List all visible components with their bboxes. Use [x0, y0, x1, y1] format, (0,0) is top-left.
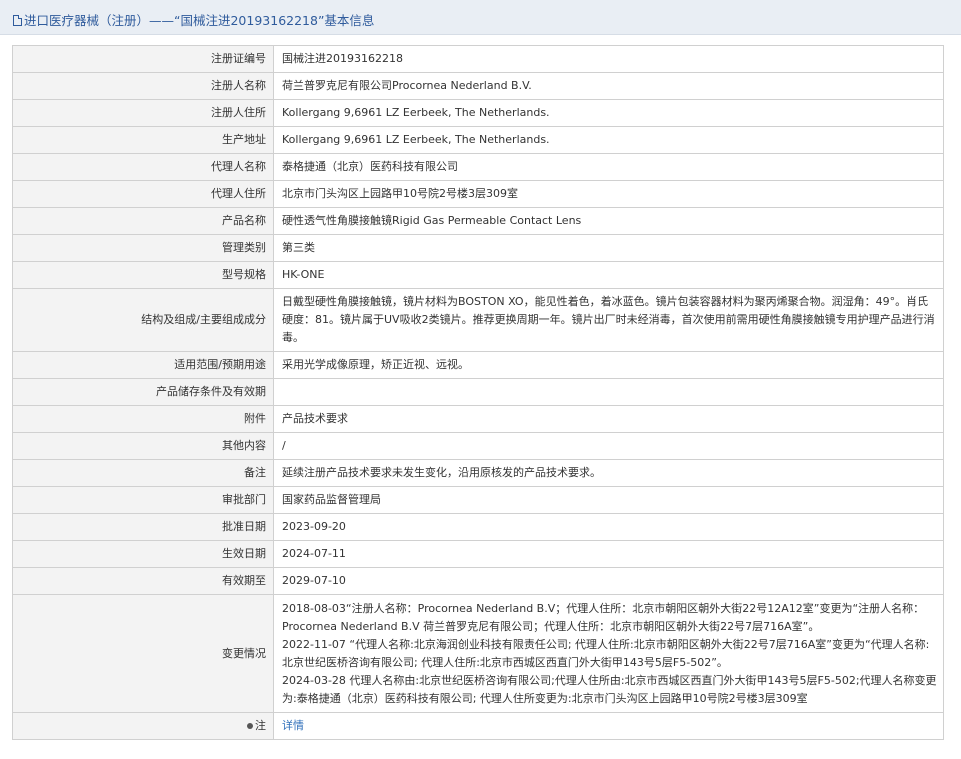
change-entry: 2024-03-28 代理人名称由:北京世纪医桥咨询有限公司;代理人住所由:北京…	[282, 673, 937, 705]
row-label: 注册人名称	[12, 72, 274, 100]
note-label-cell: 注	[12, 712, 274, 740]
document-icon	[13, 15, 22, 26]
table-row: 生效日期 2024-07-11	[12, 540, 944, 568]
table-row: 批准日期 2023-09-20	[12, 513, 944, 541]
table-row: 注册证编号 国械注进20193162218	[12, 45, 944, 73]
table-row: 备注 延续注册产品技术要求未发生变化，沿用原核发的产品技术要求。	[12, 459, 944, 487]
row-label: 生效日期	[12, 540, 274, 568]
table-row-note: 注 详情	[12, 712, 944, 740]
row-value: 硬性透气性角膜接触镜Rigid Gas Permeable Contact Le…	[273, 207, 944, 235]
row-label: 产品名称	[12, 207, 274, 235]
row-label: 代理人住所	[12, 180, 274, 208]
change-entry: 2022-11-07 “代理人名称:北京海润创业科技有限责任公司; 代理人住所:…	[282, 637, 930, 669]
table-row: 结构及组成/主要组成成分 日戴型硬性角膜接触镜，镜片材料为BOSTON XO，能见…	[12, 288, 944, 352]
row-label: 备注	[12, 459, 274, 487]
table-row: 产品名称 硬性透气性角膜接触镜Rigid Gas Permeable Contac…	[12, 207, 944, 235]
row-label: 注册人住所	[12, 99, 274, 127]
row-label: 适用范围/预期用途	[12, 351, 274, 379]
row-value: 荷兰普罗克尼有限公司Procornea Nederland B.V.	[273, 72, 944, 100]
note-value: 详情	[273, 712, 944, 740]
table-row: 生产地址 Kollergang 9,6961 LZ Eerbeek, The Ne…	[12, 126, 944, 154]
changes-value: 2018-08-03“注册人名称：Procornea Nederland B.V…	[273, 594, 944, 713]
detail-table: 注册证编号 国械注进20193162218 注册人名称 荷兰普罗克尼有限公司Proc…	[12, 45, 944, 740]
row-value: 国家药品监督管理局	[273, 486, 944, 514]
table-row: 其他内容 /	[12, 432, 944, 460]
row-value	[273, 378, 944, 406]
table-row: 型号规格 HK-ONE	[12, 261, 944, 289]
row-label: 代理人名称	[12, 153, 274, 181]
row-label: 有效期至	[12, 567, 274, 595]
row-label: 结构及组成/主要组成成分	[12, 288, 274, 352]
note-label: 注	[255, 719, 266, 732]
table-row: 代理人名称 泰格捷通（北京）医药科技有限公司	[12, 153, 944, 181]
row-value: 产品技术要求	[273, 405, 944, 433]
table-row: 管理类别 第三类	[12, 234, 944, 262]
row-value: 采用光学成像原理，矫正近视、远视。	[273, 351, 944, 379]
row-label: 附件	[12, 405, 274, 433]
row-value: 泰格捷通（北京）医药科技有限公司	[273, 153, 944, 181]
table-row: 有效期至 2029-07-10	[12, 567, 944, 595]
table-row: 附件 产品技术要求	[12, 405, 944, 433]
table-row: 注册人名称 荷兰普罗克尼有限公司Procornea Nederland B.V.	[12, 72, 944, 100]
changes-label: 变更情况	[12, 594, 274, 713]
pin-icon	[247, 723, 253, 729]
detail-table-body: 注册证编号 国械注进20193162218 注册人名称 荷兰普罗克尼有限公司Proc…	[12, 45, 944, 740]
table-row: 注册人住所 Kollergang 9,6961 LZ Eerbeek, The N…	[12, 99, 944, 127]
table-row-changes: 变更情况 2018-08-03“注册人名称：Procornea Nederlan…	[12, 594, 944, 713]
row-label: 注册证编号	[12, 45, 274, 73]
row-label: 批准日期	[12, 513, 274, 541]
row-value: 2023-09-20	[273, 513, 944, 541]
table-row: 适用范围/预期用途 采用光学成像原理，矫正近视、远视。	[12, 351, 944, 379]
row-label: 产品储存条件及有效期	[12, 378, 274, 406]
row-value: /	[273, 432, 944, 460]
title-bar: 进口医疗器械（注册）——“国械注进20193162218”基本信息	[0, 0, 961, 35]
row-value: 延续注册产品技术要求未发生变化，沿用原核发的产品技术要求。	[273, 459, 944, 487]
change-entry: 2018-08-03“注册人名称：Procornea Nederland B.V…	[282, 601, 925, 633]
row-label: 其他内容	[12, 432, 274, 460]
row-label: 管理类别	[12, 234, 274, 262]
page-title: 进口医疗器械（注册）——“国械注进20193162218”基本信息	[13, 10, 374, 29]
table-row: 审批部门 国家药品监督管理局	[12, 486, 944, 514]
page-title-text: 进口医疗器械（注册）——“国械注进20193162218”基本信息	[24, 13, 375, 28]
row-value: 第三类	[273, 234, 944, 262]
row-value: 北京市门头沟区上园路甲10号院2号楼3层309室	[273, 180, 944, 208]
table-row: 产品储存条件及有效期	[12, 378, 944, 406]
row-value: Kollergang 9,6961 LZ Eerbeek, The Nether…	[273, 99, 944, 127]
row-value: 日戴型硬性角膜接触镜，镜片材料为BOSTON XO，能见性着色，着冰蓝色。镜片包…	[273, 288, 944, 352]
details-link[interactable]: 详情	[282, 719, 304, 732]
row-value: 2024-07-11	[273, 540, 944, 568]
row-value: Kollergang 9,6961 LZ Eerbeek, The Nether…	[273, 126, 944, 154]
row-value: 国械注进20193162218	[273, 45, 944, 73]
row-value: 2029-07-10	[273, 567, 944, 595]
row-label: 审批部门	[12, 486, 274, 514]
row-label: 型号规格	[12, 261, 274, 289]
row-value: HK-ONE	[273, 261, 944, 289]
table-row: 代理人住所 北京市门头沟区上园路甲10号院2号楼3层309室	[12, 180, 944, 208]
row-label: 生产地址	[12, 126, 274, 154]
